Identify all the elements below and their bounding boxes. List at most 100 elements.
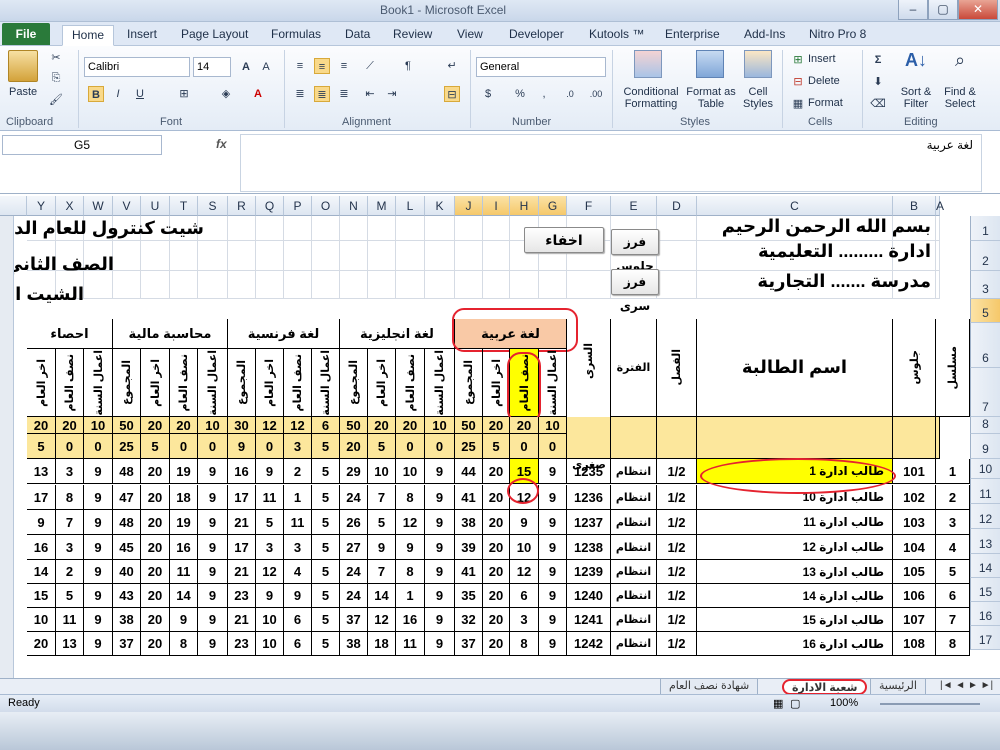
student-mark[interactable]: 9 [425,560,455,584]
student-mark[interactable]: 11 [256,485,284,510]
student-mark[interactable]: 11 [56,608,84,632]
student-mark[interactable]: 23 [228,632,256,656]
fx-icon[interactable]: fx [216,137,227,151]
grid-cell[interactable] [483,216,510,241]
student-mark[interactable]: 20 [141,608,170,632]
student-mark[interactable]: 48 [113,510,141,535]
grid-cell[interactable] [455,216,483,241]
student-mark[interactable]: 14 [170,584,198,608]
column-header-q[interactable]: Q [256,196,284,216]
student-mark[interactable]: 8 [396,485,425,510]
student-mark[interactable]: 39 [455,535,483,560]
align-left-icon[interactable]: ≣ [292,86,308,102]
align-middle-icon[interactable]: ≡ [314,58,330,74]
zoom-slider[interactable] [880,703,980,705]
student-mark[interactable]: 5 [312,632,340,656]
student-mark[interactable]: 16 [396,608,425,632]
grid-cell[interactable] [198,241,228,271]
student-mark[interactable]: 20 [141,632,170,656]
student-mark[interactable]: 13 [27,459,56,484]
conditional-formatting-button[interactable]: Conditional Formatting [618,86,684,110]
grid-cell[interactable] [284,216,312,241]
column-header-a[interactable]: A [936,196,944,216]
format-cells-icon[interactable]: ▦ [790,96,806,112]
student-mark[interactable]: 9 [539,632,567,656]
student-mark[interactable]: 9 [84,510,113,535]
grid-cell[interactable] [256,241,284,271]
grid-cell[interactable] [228,271,256,299]
student-mark[interactable]: 9 [198,632,228,656]
student-mark[interactable]: 9 [539,584,567,608]
student-mark[interactable]: 37 [455,632,483,656]
grid-cell[interactable] [425,241,455,271]
percent-icon[interactable]: % [512,86,528,102]
grid-cell[interactable] [396,216,425,241]
student-mark[interactable]: 24 [340,584,368,608]
student-mark[interactable]: 9 [84,632,113,656]
grid-cell[interactable] [455,241,483,271]
tab-kutools[interactable]: Kutools ™ [580,25,653,46]
delete-button[interactable]: Delete [808,75,840,87]
grid-cell[interactable] [170,271,198,299]
student-mark[interactable]: 3 [284,535,312,560]
student-mark[interactable]: 29 [340,459,368,484]
column-header-v[interactable]: V [113,196,141,216]
student-mark[interactable]: 6 [510,584,539,608]
align-center-icon[interactable]: ≣ [314,86,330,102]
student-mark[interactable]: 10 [396,459,425,484]
align-right-icon[interactable]: ≣ [336,86,352,102]
student-mark[interactable]: 20 [141,560,170,584]
grid-cell[interactable] [113,271,141,299]
tab-view[interactable]: View [448,25,492,46]
column-header-l[interactable]: L [396,196,425,216]
student-mark[interactable]: 9 [198,608,228,632]
font-color-icon[interactable]: A [250,86,266,102]
student-mark[interactable]: 26 [340,510,368,535]
student-mark[interactable]: 20 [483,485,510,510]
student-mark[interactable]: 4 [284,560,312,584]
grid-cell[interactable] [657,271,697,299]
grid-cell[interactable] [340,216,368,241]
row-header-3[interactable]: 3 [970,271,1000,299]
student-mark[interactable]: 12 [396,510,425,535]
student-mark[interactable]: 6 [284,632,312,656]
student-mark[interactable]: 9 [84,535,113,560]
row-header-15[interactable]: 15 [970,578,1000,602]
student-mark[interactable]: 44 [455,459,483,484]
student-mark[interactable]: 5 [368,510,396,535]
student-mark[interactable]: 20 [483,608,510,632]
student-mark[interactable]: 41 [455,560,483,584]
sheet-tab-admin[interactable]: شعبة الادارة [782,679,868,695]
row-header-9[interactable]: 9 [970,434,1000,459]
sort-secret-button[interactable]: فرز سرى [611,269,659,313]
student-mark[interactable]: 9 [27,510,56,535]
student-mark[interactable]: 18 [170,485,198,510]
name-box[interactable]: G5 [2,135,162,155]
student-mark[interactable]: 9 [84,584,113,608]
student-mark[interactable]: 10 [27,608,56,632]
grid-cell[interactable] [396,241,425,271]
sort-seat-button[interactable]: فرز جلوس [611,229,659,273]
column-header-d[interactable]: D [657,196,697,216]
view-layout-icon[interactable]: ▢ [790,697,800,710]
row-header-10[interactable]: 10 [970,459,1000,479]
number-format-select[interactable]: General [476,57,606,77]
grid-cell[interactable] [567,271,611,299]
student-mark[interactable]: 35 [455,584,483,608]
grid-cell[interactable] [170,241,198,271]
student-mark[interactable]: 5 [256,510,284,535]
hide-button[interactable]: اخفاء [524,227,604,253]
student-mark[interactable]: 9 [425,584,455,608]
tab-review[interactable]: Review [384,25,441,46]
student-mark[interactable]: 9 [84,560,113,584]
conditional-formatting-icon[interactable] [634,50,662,78]
student-mark[interactable]: 9 [425,510,455,535]
student-mark[interactable]: 20 [483,510,510,535]
student-mark[interactable]: 10 [256,608,284,632]
grid-cell[interactable] [368,271,396,299]
autosum-icon[interactable]: Σ [870,52,886,68]
student-mark[interactable]: 40 [113,560,141,584]
align-bottom-icon[interactable]: ≡ [336,58,352,74]
student-mark[interactable]: 8 [170,632,198,656]
student-mark[interactable]: 21 [228,510,256,535]
